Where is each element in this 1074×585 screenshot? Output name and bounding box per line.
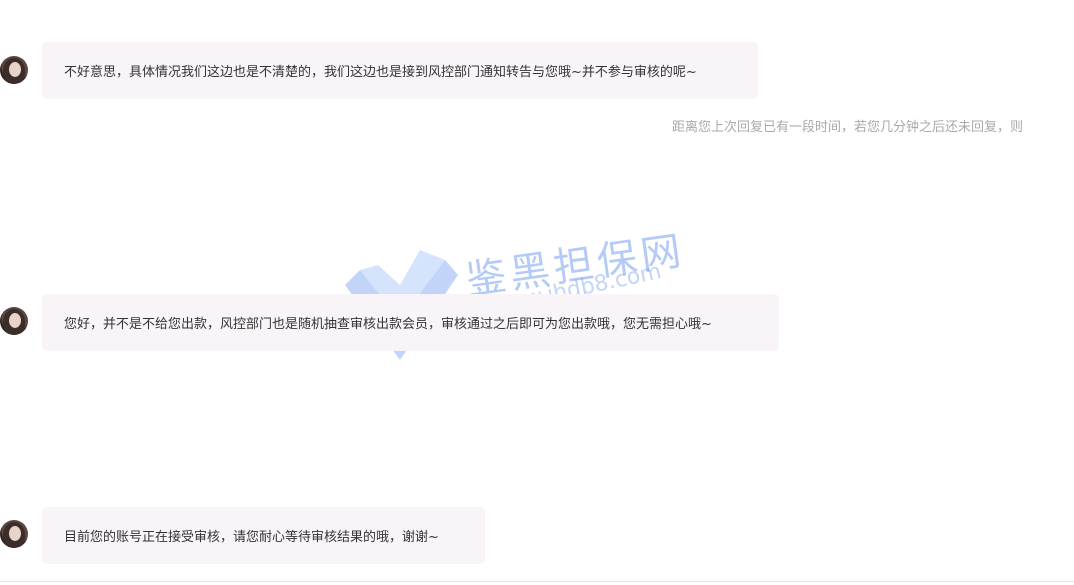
message-bubble: 不好意思，具体情况我们这边也是不清楚的，我们这边也是接到风控部门通知转告与您哦~… [42,42,758,99]
chat-window: 不好意思，具体情况我们这边也是不清楚的，我们这边也是接到风控部门通知转告与您哦~… [0,0,1074,585]
message-bubble: 目前您的账号正在接受审核，请您耐心等待审核结果的哦，谢谢~ [42,507,485,564]
message-text: 不好意思，具体情况我们这边也是不清楚的，我们这边也是接到风控部门通知转告与您哦~… [64,65,697,80]
system-notice: 距离您上次回复已有一段时间，若您几分钟之后还未回复，则 [672,120,1024,135]
agent-avatar [0,307,28,335]
divider [0,581,1074,582]
message-bubble: 您好，并不是不给您出款，风控部门也是随机抽查审核出款会员，审核通过之后即可为您出… [42,294,779,351]
watermark-brand: 鉴黑担保网 [463,227,688,305]
message-text: 目前您的账号正在接受审核，请您耐心等待审核结果的哦，谢谢~ [64,530,439,545]
agent-avatar [0,520,28,548]
agent-avatar [0,56,28,84]
message-text: 您好，并不是不给您出款，风控部门也是随机抽查审核出款会员，审核通过之后即可为您出… [64,317,712,332]
